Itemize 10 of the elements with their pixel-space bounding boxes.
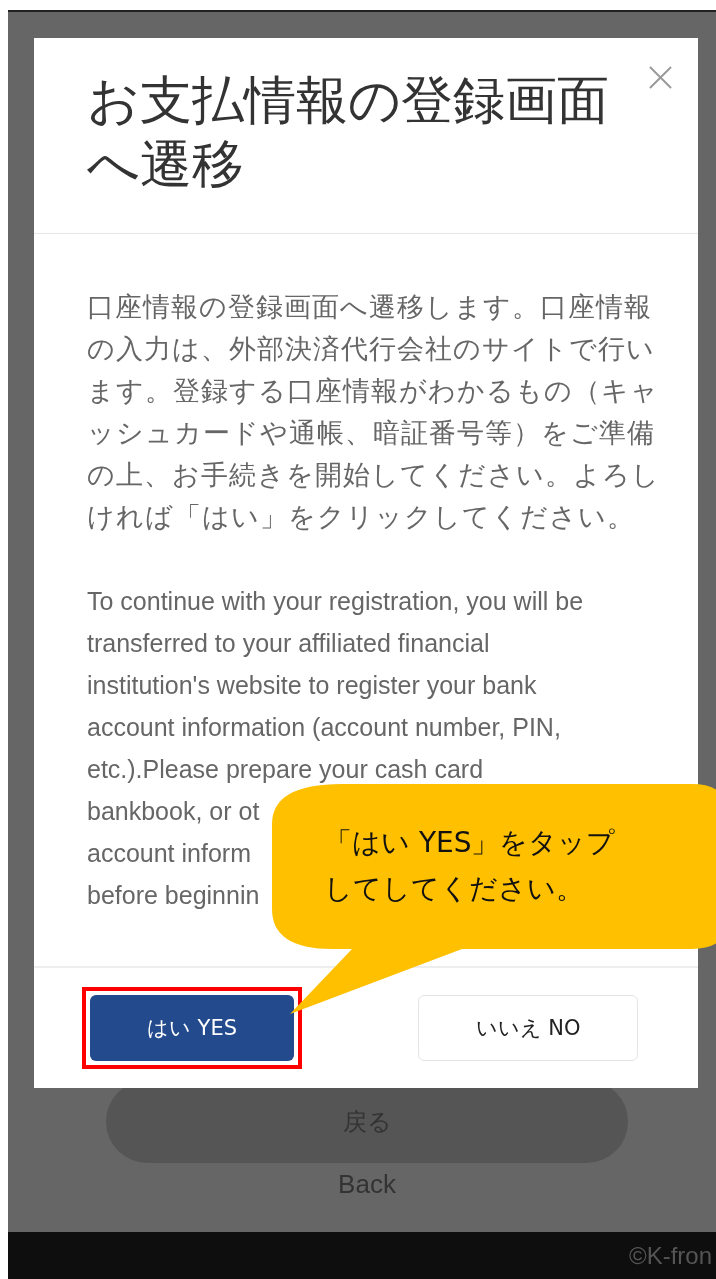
close-icon[interactable]	[649, 66, 672, 89]
message-text: before beginnin	[87, 880, 260, 911]
message-text: bankbook, or ot	[87, 796, 260, 827]
callout-text: 「はい YES」をタップ してしてください。	[324, 825, 616, 907]
copyright-text: ©K-fron	[628, 1241, 712, 1270]
message-text: account inform	[87, 838, 251, 869]
message-text: 口座情報の登録画面へ遷移します。口座情報の入力は、外部決済代行会社のサイトで行います。登録する口座情報がわかるもの（キャッシュカードや通帳、暗証番号等）をご準備の上、お手続きを開始してください。よろしければ「はい」をクリックしてください。	[87, 290, 661, 534]
yes-button[interactable]: はい YES	[90, 995, 294, 1061]
dialog-title: お支払情報の登録画面へ遷移	[87, 69, 610, 196]
no-button[interactable]: いいえ NO	[418, 995, 638, 1061]
